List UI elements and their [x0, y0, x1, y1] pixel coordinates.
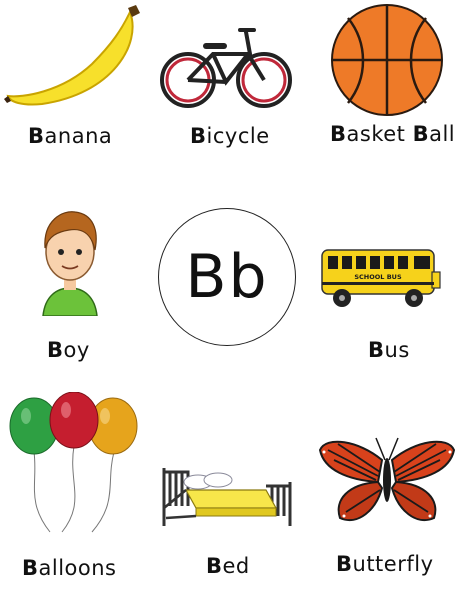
boy-label: Boy [47, 338, 90, 362]
bed-label: Bed [206, 554, 250, 578]
bus-image: SCHOOL BUS [321, 249, 441, 307]
balloons-label: Balloons [22, 556, 117, 580]
letter-circle: Bb [158, 208, 296, 346]
bicycle-image [160, 28, 292, 108]
basketball-image [331, 4, 443, 116]
banana-label: Banana [28, 124, 113, 148]
bed-image [162, 468, 292, 526]
balloons-image [9, 392, 138, 533]
center-letters: Bb [185, 242, 269, 312]
bus-label: Bus [368, 338, 410, 362]
boy-image [42, 211, 98, 316]
bus-sign-text: SCHOOL BUS [354, 273, 402, 281]
butterfly-image [318, 437, 456, 521]
butterfly-label: Butterfly [336, 552, 434, 576]
banana-image [4, 5, 140, 106]
bicycle-label: Bicycle [190, 124, 270, 148]
basketball-label: Basket Ball [330, 122, 456, 146]
